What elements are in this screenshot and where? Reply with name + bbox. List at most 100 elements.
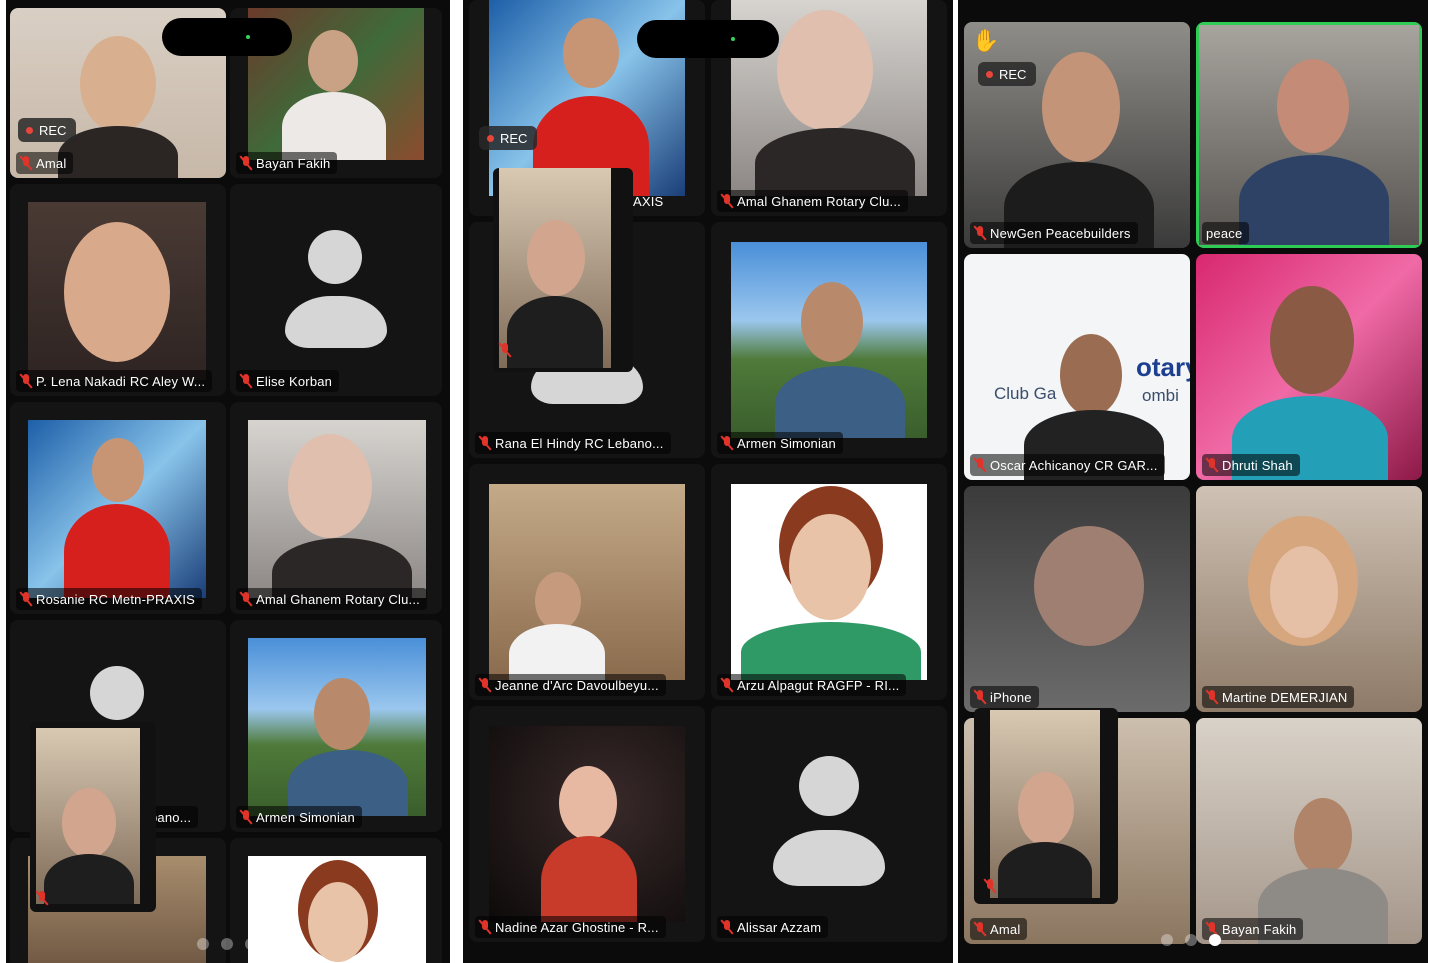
page-indicator-dot[interactable]: [221, 938, 233, 950]
muted-mic-icon: [240, 373, 252, 389]
muted-mic-icon: [984, 878, 996, 894]
participant-name: Amal Ghanem Rotary Clu...: [256, 591, 420, 607]
participant-name: Jeanne d'Arc Davoulbeyu...: [495, 677, 659, 693]
video-tile[interactable]: Bayan Fakih: [1196, 718, 1422, 944]
participant-name: Elise Korban: [256, 373, 333, 389]
participant-video: [964, 486, 1190, 712]
dynamic-island: [162, 18, 292, 56]
muted-mic-icon: [20, 591, 32, 607]
page-indicator-dot-active[interactable]: [1209, 934, 1221, 946]
participant-video: [489, 484, 685, 680]
participant-video: [964, 22, 1190, 248]
video-tile[interactable]: Rosanie RC Metn-PRAXIS: [10, 402, 226, 614]
video-tile[interactable]: Armen Simonian: [711, 222, 947, 458]
video-tile[interactable]: Nadine Azar Ghostine - R...: [469, 706, 705, 942]
video-tile[interactable]: Jeanne d'Arc Davoulbeyu...: [469, 464, 705, 700]
video-tile[interactable]: P. Lena Nakadi RC Aley W...: [10, 184, 226, 396]
participant-name-tag: Amal: [16, 152, 74, 174]
recording-indicator: REC: [479, 126, 538, 150]
muted-mic-icon: [721, 435, 733, 451]
participant-name: Amal: [36, 155, 67, 171]
muted-mic-icon: [240, 591, 252, 607]
self-video: [499, 168, 611, 368]
muted-mic-icon: [36, 890, 48, 906]
participant-name: Dhruti Shah: [1222, 457, 1293, 473]
camera-dot-icon: [246, 35, 250, 39]
participant-name-tag: Bayan Fakih: [236, 152, 338, 174]
video-tile[interactable]: Alissar Azzam: [711, 706, 947, 942]
muted-mic-icon: [721, 677, 733, 693]
participant-name-tag: Amal Ghanem Rotary Clu...: [236, 588, 427, 610]
participant-video: [1196, 486, 1422, 712]
video-tile[interactable]: [230, 838, 442, 963]
muted-mic-icon: [20, 373, 32, 389]
page-indicator-dot[interactable]: [1161, 934, 1173, 946]
participant-video: [1196, 254, 1422, 480]
participant-name-tag: AXIS: [629, 190, 670, 212]
video-tile[interactable]: Martine DEMERJIAN: [1196, 486, 1422, 712]
participant-name: Arzu Alpagut RAGFP - RI...: [737, 677, 900, 693]
record-dot-icon: [487, 134, 494, 142]
muted-mic-icon: [240, 155, 252, 171]
recording-indicator: REC: [978, 62, 1037, 86]
screen-3: ✋ REC NewGen Peacebuilders peace Club Ga…: [958, 0, 1428, 963]
page-indicator-dot[interactable]: [245, 938, 257, 950]
participant-name: Martine DEMERJIAN: [1222, 689, 1348, 705]
video-tile[interactable]: Elise Korban: [230, 184, 442, 396]
participant-name-tag: Jeanne d'Arc Davoulbeyu...: [475, 674, 666, 696]
participant-name: P. Lena Nakadi RC Aley W...: [36, 373, 206, 389]
self-video: [990, 710, 1100, 898]
participant-video: [1199, 25, 1419, 245]
background-text: Club Ga: [994, 384, 1057, 403]
participant-name: Bayan Fakih: [1222, 921, 1297, 937]
background-text: ombi: [1142, 386, 1179, 405]
participant-name-tag: peace: [1202, 222, 1250, 244]
self-view[interactable]: [30, 722, 156, 912]
muted-mic-icon: [499, 342, 511, 358]
self-view[interactable]: [974, 708, 1118, 904]
participant-name-tag: P. Lena Nakadi RC Aley W...: [16, 370, 213, 392]
participant-name-tag: NewGen Peacebuilders: [970, 222, 1138, 244]
muted-mic-icon: [1206, 457, 1218, 473]
participant-name-tag: Nadine Azar Ghostine - R...: [475, 916, 666, 938]
participant-name: Armen Simonian: [737, 435, 836, 451]
participant-name-tag: iPhone: [970, 686, 1039, 708]
participant-video: [248, 638, 426, 816]
camera-dot-icon: [731, 37, 735, 41]
video-tile[interactable]: Armen Simonian: [230, 620, 442, 832]
muted-mic-icon: [974, 921, 986, 937]
participant-name-tag: Arzu Alpagut RAGFP - RI...: [717, 674, 907, 696]
participant-name: Rana El Hindy RC Lebano...: [495, 435, 664, 451]
muted-mic-icon: [974, 689, 986, 705]
muted-mic-icon: [240, 809, 252, 825]
self-view[interactable]: [493, 168, 633, 372]
rec-label: REC: [500, 130, 528, 146]
video-tile[interactable]: Club Ga otary ombi Oscar Achicanoy CR GA…: [964, 254, 1190, 480]
participant-name-tag: Amal Ghanem Rotary Clu...: [717, 190, 908, 212]
rec-label: REC: [39, 122, 67, 138]
avatar-body-icon: [773, 830, 885, 886]
avatar-placeholder-icon: [90, 666, 144, 720]
page-indicator-dot[interactable]: [1185, 934, 1197, 946]
participant-name-tag: Rosanie RC Metn-PRAXIS: [16, 588, 203, 610]
participant-name-tag: Amal: [970, 918, 1028, 940]
participant-name-tag: Elise Korban: [236, 370, 340, 392]
page-indicator-dot[interactable]: [197, 938, 209, 950]
video-tile[interactable]: Arzu Alpagut RAGFP - RI...: [711, 464, 947, 700]
participant-name: AXIS: [633, 193, 664, 209]
muted-mic-icon: [479, 435, 491, 451]
record-dot-icon: [26, 126, 33, 134]
video-tile[interactable]: Amal Ghanem Rotary Clu...: [230, 402, 442, 614]
participant-name: iPhone: [990, 689, 1032, 705]
video-tile[interactable]: ✋ REC NewGen Peacebuilders: [964, 22, 1190, 248]
video-tile-active-speaker[interactable]: peace: [1196, 22, 1422, 248]
participant-name: Oscar Achicanoy CR GAR...: [990, 457, 1158, 473]
recording-indicator: REC: [18, 118, 77, 142]
avatar-placeholder-icon: [308, 230, 362, 284]
video-tile[interactable]: Dhruti Shah: [1196, 254, 1422, 480]
participant-name-tag: Oscar Achicanoy CR GAR...: [970, 454, 1165, 476]
participant-video: [489, 726, 685, 922]
participant-name-tag: Armen Simonian: [236, 806, 362, 828]
muted-mic-icon: [479, 919, 491, 935]
video-tile[interactable]: iPhone: [964, 486, 1190, 712]
